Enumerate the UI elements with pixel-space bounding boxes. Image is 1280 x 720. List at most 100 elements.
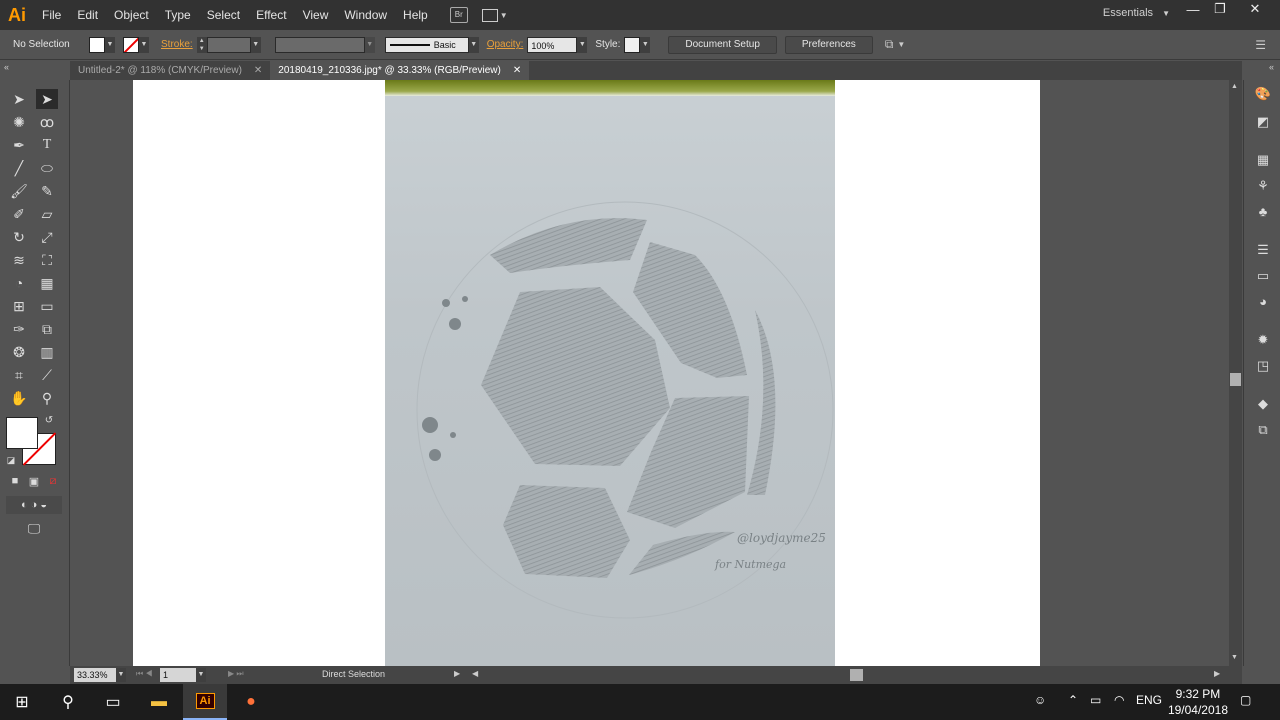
blob-brush-tool-icon[interactable]: ✐	[8, 204, 30, 224]
artboard-tool-icon[interactable]: ⌗	[8, 365, 30, 385]
action-center-icon[interactable]: ▢	[1240, 693, 1251, 707]
blend-tool-icon[interactable]: ⧉	[36, 319, 58, 339]
style-dropdown[interactable]: ▼	[640, 36, 651, 53]
zoom-tool-icon[interactable]: ⚲	[36, 388, 58, 408]
menu-effect[interactable]: Effect	[248, 0, 294, 30]
layers-panel-icon[interactable]: ◆	[1254, 396, 1272, 412]
graphic-styles-panel-icon[interactable]: ◳	[1254, 358, 1272, 374]
arrange-documents-button[interactable]: ▼	[481, 7, 510, 23]
brushes-panel-icon[interactable]: ⚘	[1254, 178, 1272, 194]
graphic-style-swatch[interactable]	[624, 36, 641, 53]
restore-button[interactable]: ❐	[1203, 0, 1237, 18]
gradient-panel-icon[interactable]: ▭	[1254, 268, 1272, 284]
status-menu-icon[interactable]: ▶	[454, 669, 460, 678]
symbols-panel-icon[interactable]: ♣	[1254, 204, 1272, 220]
free-transform-tool-icon[interactable]: ⛶	[36, 250, 58, 270]
battery-icon[interactable]: ▭	[1090, 693, 1101, 707]
none-mode-icon[interactable]: ⧄	[44, 472, 62, 490]
default-colors-icon[interactable]: ◪	[4, 453, 18, 467]
stroke-panel-icon[interactable]: ☰	[1254, 242, 1272, 258]
illustrator-taskbar-icon[interactable]: Ai	[183, 684, 227, 720]
symbol-sprayer-tool-icon[interactable]: ❂	[8, 342, 30, 362]
magic-wand-tool-icon[interactable]: ✺	[8, 112, 30, 132]
rotate-tool-icon[interactable]: ↻	[8, 227, 30, 247]
stroke-label[interactable]: Stroke:	[161, 39, 193, 50]
column-graph-tool-icon[interactable]: ▥	[36, 342, 58, 362]
screen-mode-icon[interactable]: 🖵	[22, 520, 46, 538]
menu-object[interactable]: Object	[106, 0, 157, 30]
horizontal-scroll-thumb[interactable]	[850, 669, 863, 681]
tab-photo[interactable]: 20180419_210336.jpg* @ 33.33% (RGB/Previ…	[270, 61, 530, 80]
placed-photo[interactable]: @loydjayme25 for Nutmega	[385, 80, 835, 666]
isolate-object-icon[interactable]: ⧉	[885, 37, 894, 52]
language-indicator[interactable]: ENG	[1136, 693, 1162, 707]
menu-file[interactable]: File	[34, 0, 69, 30]
transparency-panel-icon[interactable]: ◕	[1254, 294, 1272, 310]
search-icon[interactable]: ⚲	[46, 684, 90, 720]
artboard-dropdown[interactable]: ▼	[196, 668, 206, 682]
ellipse-tool-icon[interactable]: ⬭	[36, 158, 58, 178]
gradient-mode-icon[interactable]: ▣	[25, 472, 43, 490]
warp-tool-icon[interactable]: ≋	[8, 250, 30, 270]
shape-builder-tool-icon[interactable]: ◔	[8, 273, 30, 293]
variable-width-profile[interactable]	[274, 36, 365, 53]
bridge-button[interactable]: Br	[449, 7, 468, 23]
zoom-level-field[interactable]: 33.33%	[74, 668, 116, 682]
color-mode-icon[interactable]: ■	[6, 472, 24, 490]
chevron-down-icon[interactable]: ▼	[897, 40, 905, 49]
eyedropper-tool-icon[interactable]: ✑	[8, 319, 30, 339]
stroke-weight-field[interactable]	[206, 36, 251, 53]
line-tool-icon[interactable]: ╱	[8, 158, 30, 178]
swatches-panel-icon[interactable]: ▦	[1254, 152, 1272, 168]
menu-help[interactable]: Help	[395, 0, 436, 30]
horizontal-scrollbar[interactable]: ◀ ▶	[468, 666, 1228, 684]
stroke-color-dropdown[interactable]: ▼	[139, 36, 149, 53]
pencil-tool-icon[interactable]: ✎	[36, 181, 58, 201]
next-artboard-icon[interactable]: ▶ ⏭	[228, 669, 244, 679]
profile-dropdown[interactable]: ▼	[364, 36, 375, 53]
color-panel-icon[interactable]: 🎨	[1254, 86, 1272, 102]
artboards-panel-icon[interactable]: ⧉	[1254, 422, 1272, 438]
menu-view[interactable]: View	[295, 0, 337, 30]
vertical-scroll-thumb[interactable]	[1230, 373, 1241, 386]
menu-type[interactable]: Type	[157, 0, 199, 30]
zoom-dropdown[interactable]: ▼	[116, 668, 126, 682]
scroll-down-icon[interactable]: ▼	[1231, 654, 1238, 661]
paintbrush-tool-icon[interactable]: 🖌	[8, 181, 30, 201]
close-icon[interactable]: ✕	[513, 65, 521, 76]
stroke-weight-stepper[interactable]: ▲ ▼	[196, 36, 207, 53]
fill-color-box[interactable]	[6, 417, 38, 449]
drawing-modes-icon[interactable]: ◐ ◑ ◒	[6, 496, 62, 514]
mesh-tool-icon[interactable]: ⊞	[8, 296, 30, 316]
brush-dropdown[interactable]: ▼	[468, 36, 479, 53]
menu-select[interactable]: Select	[199, 0, 248, 30]
tab-untitled-2[interactable]: Untitled-2* @ 118% (CMYK/Preview) ✕	[70, 61, 271, 80]
collapse-left-icon[interactable]: «	[4, 62, 9, 72]
opacity-field[interactable]: 100%	[527, 36, 578, 53]
appearance-panel-icon[interactable]: ✹	[1254, 332, 1272, 348]
workspace-switcher[interactable]: Essentials ▼	[1103, 7, 1170, 19]
direct-selection-tool-icon[interactable]: ➤	[36, 89, 58, 109]
swap-colors-icon[interactable]: ↺	[42, 413, 56, 427]
color-guide-icon[interactable]: ◩	[1254, 114, 1272, 130]
taskbar-clock[interactable]: 9:32 PM 19/04/2018	[1168, 686, 1228, 718]
stroke-swatch[interactable]	[123, 36, 139, 53]
collapse-right-icon[interactable]: «	[1269, 62, 1274, 72]
menu-window[interactable]: Window	[336, 0, 395, 30]
task-view-icon[interactable]: ▭	[91, 684, 135, 720]
type-tool-icon[interactable]: T	[36, 135, 58, 155]
first-artboard-icon[interactable]: ⏮ ◀	[136, 669, 153, 679]
panel-menu-icon[interactable]: ☰	[1255, 38, 1266, 52]
menu-edit[interactable]: Edit	[69, 0, 106, 30]
wifi-icon[interactable]: ◠	[1114, 693, 1124, 707]
gradient-tool-icon[interactable]: ▭	[36, 296, 58, 316]
people-icon[interactable]: ☺	[1034, 693, 1046, 707]
brush-definition[interactable]: Basic	[384, 36, 469, 53]
scroll-right-icon[interactable]: ▶	[1214, 669, 1220, 678]
canvas-area[interactable]: @loydjayme25 for Nutmega	[71, 80, 1229, 666]
document-setup-button[interactable]: Document Setup	[668, 35, 777, 54]
slice-tool-icon[interactable]: ⟋	[36, 365, 58, 385]
stroke-weight-dropdown[interactable]: ▼	[250, 36, 261, 53]
hand-tool-icon[interactable]: ✋	[8, 388, 30, 408]
scale-tool-icon[interactable]: ⤢	[36, 227, 58, 247]
